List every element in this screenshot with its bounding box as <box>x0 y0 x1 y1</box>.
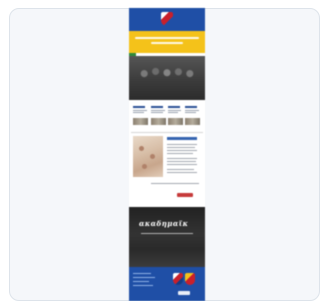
promo-subtitle-line <box>141 233 193 234</box>
footer-button[interactable] <box>178 291 190 295</box>
news-thumbnail <box>168 118 183 125</box>
feature-text-line <box>167 158 197 159</box>
news-thumbnail <box>185 118 200 125</box>
news-column[interactable] <box>151 106 166 128</box>
dark-promo-section <box>129 207 205 267</box>
feature-text-line <box>167 150 197 151</box>
news-columns <box>133 106 201 128</box>
news-column[interactable] <box>168 106 183 128</box>
feature-text-line <box>167 169 194 170</box>
feature-text-line <box>151 183 199 184</box>
feature-text-line <box>167 153 193 154</box>
feature-document-image <box>133 136 163 177</box>
announcement-banner <box>129 31 205 53</box>
news-column[interactable] <box>185 106 200 128</box>
read-more-button[interactable] <box>177 193 193 197</box>
feature-title <box>167 137 197 140</box>
crest-logo-icon <box>161 12 173 26</box>
news-column[interactable] <box>133 106 148 128</box>
hero-photo <box>129 56 205 100</box>
feature-text-line <box>167 161 196 162</box>
site-header <box>129 8 205 31</box>
footer-badge-icon <box>185 273 195 285</box>
news-thumbnail <box>151 118 166 125</box>
feature-text-line <box>167 164 197 165</box>
promo-script-text: ακαδημαϊκ <box>139 219 189 228</box>
banner-text-line <box>135 37 199 39</box>
feature-text-line <box>167 172 197 173</box>
webpage-thumbnail[interactable]: ακαδημαϊκ <box>129 8 205 301</box>
footer-crest-icon <box>173 273 183 285</box>
banner-text-line <box>151 42 183 44</box>
feature-text-line <box>167 147 195 148</box>
feature-text-line <box>167 144 197 145</box>
section-divider <box>131 132 203 133</box>
news-thumbnail <box>133 118 148 125</box>
